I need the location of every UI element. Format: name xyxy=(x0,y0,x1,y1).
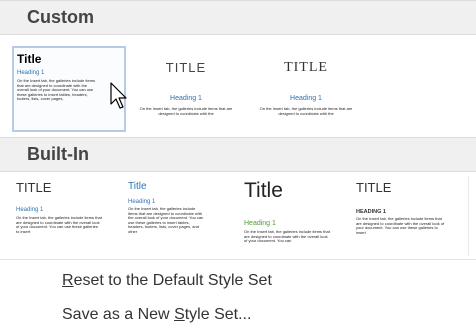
style-title: TITLE xyxy=(16,180,52,195)
style-title: Title xyxy=(17,52,42,66)
style-heading: Heading 1 xyxy=(170,95,202,102)
style-heading: Heading 1 xyxy=(290,95,322,102)
custom-section-title: Custom xyxy=(27,7,94,27)
style-heading: Heading 1 xyxy=(128,199,156,205)
reset-style-set-menu-item[interactable]: Reset to the Default Style Set xyxy=(62,272,272,290)
menu-label-after: eset to the Default Style Set xyxy=(73,272,272,289)
style-title: Title xyxy=(128,181,147,192)
custom-style-2[interactable]: TITLE Heading 1 On the Insert tab, the g… xyxy=(128,46,244,132)
builtin-section-header: Built-In xyxy=(0,137,476,172)
style-body: On the Insert tab, the galleries include… xyxy=(244,229,330,244)
style-title: TITLE xyxy=(284,60,328,75)
style-heading: Heading 1 xyxy=(244,220,276,227)
save-new-style-set-menu-item[interactable]: Save as a New Style Set... xyxy=(62,306,251,324)
menu-accelerator: S xyxy=(174,306,185,323)
builtin-style-5-partial[interactable] xyxy=(468,176,476,256)
style-heading: HEADING 1 xyxy=(356,209,386,215)
menu-label-before: Save as a New xyxy=(62,306,175,323)
style-title: Title xyxy=(244,179,283,202)
builtin-style-1[interactable]: TITLE Heading 1 On the Insert tab, the g… xyxy=(12,176,124,256)
style-body: On the Insert tab, the galleries include… xyxy=(16,215,102,234)
builtin-style-4[interactable]: TITLE HEADING 1 On the Insert tab, the g… xyxy=(352,176,464,256)
custom-section-header: Custom xyxy=(0,0,476,35)
style-body: On the Insert tab, the galleries include… xyxy=(128,206,204,234)
style-body: On the Insert tab, the galleries include… xyxy=(259,106,353,116)
menu-accelerator: R xyxy=(62,272,74,289)
style-body: On the Insert tab, the galleries include… xyxy=(139,106,233,116)
menu-label-after: tyle Set... xyxy=(184,306,252,323)
menu-divider xyxy=(0,259,476,260)
builtin-section-title: Built-In xyxy=(27,144,89,164)
style-body: On the Insert tab, the galleries include… xyxy=(356,216,445,235)
builtin-style-2[interactable]: Title Heading 1 On the Insert tab, the g… xyxy=(124,176,236,256)
style-heading: Heading 1 xyxy=(16,207,44,213)
style-body: On the Insert tab, the galleries include… xyxy=(17,78,96,102)
custom-style-3[interactable]: TITLE Heading 1 On the Insert tab, the g… xyxy=(248,46,364,132)
style-heading: Heading 1 xyxy=(17,70,45,76)
builtin-style-3[interactable]: Title Heading 1 On the Insert tab, the g… xyxy=(236,176,350,256)
style-title: TITLE xyxy=(356,180,392,195)
style-title: TITLE xyxy=(165,60,207,75)
arrow-pointer-icon xyxy=(110,82,127,109)
